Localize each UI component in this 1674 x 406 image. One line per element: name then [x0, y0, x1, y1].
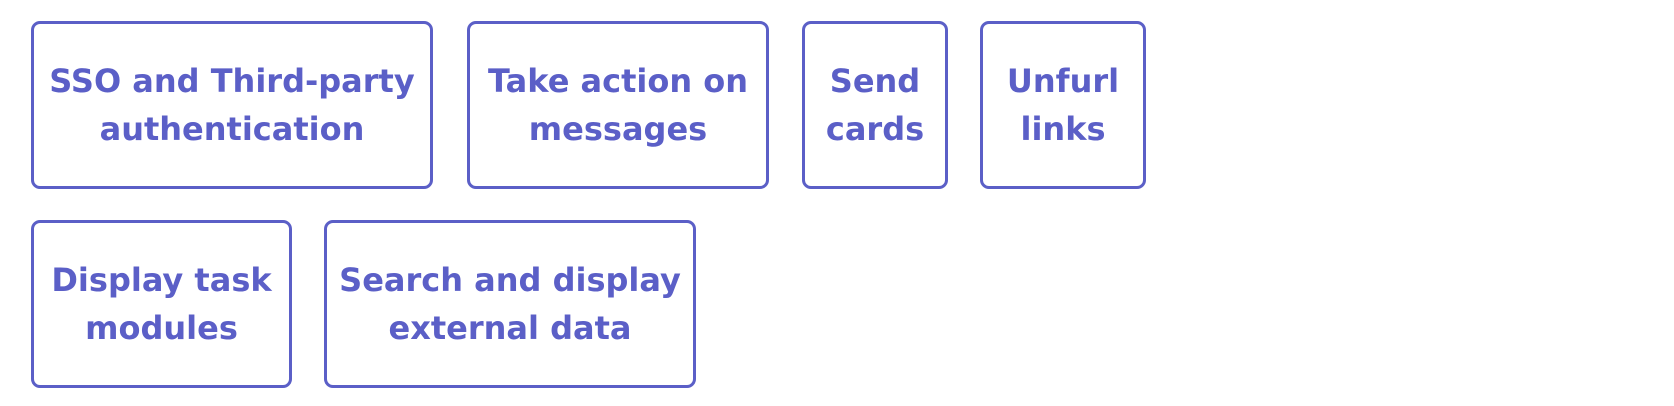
sso-third-party-authentication-card[interactable]: SSO and Third-party authentication: [31, 21, 433, 189]
display-task-modules-card[interactable]: Display task modules: [31, 220, 292, 388]
card-label-line-2: links: [1020, 110, 1106, 148]
unfurl-links-card[interactable]: Unfurl links: [980, 21, 1146, 189]
card-label-line-1: SSO and Third-party: [49, 62, 415, 100]
search-and-display-external-data-card[interactable]: Search and display external data: [324, 220, 696, 388]
card-label: Display task modules: [51, 256, 271, 352]
card-label: Unfurl links: [1007, 57, 1119, 153]
card-label-line-2: cards: [825, 110, 925, 148]
card-label-line-1: Send: [829, 62, 921, 100]
card-label-line-2: authentication: [99, 110, 365, 148]
card-label-line-2: external data: [388, 309, 632, 347]
card-label-line-2: modules: [85, 309, 238, 347]
card-label: Send cards: [826, 57, 924, 153]
card-label-line-1: Take action on: [487, 62, 749, 100]
card-label-line-1: Unfurl: [1006, 62, 1120, 100]
card-label: Search and display external data: [339, 256, 681, 352]
card-label: Take action on messages: [488, 57, 748, 153]
card-label-line-1: Display task: [51, 261, 272, 299]
card-label-line-1: Search and display: [339, 261, 681, 299]
card-label-line-2: messages: [528, 110, 708, 148]
card-label: SSO and Third-party authentication: [49, 57, 414, 153]
take-action-on-messages-card[interactable]: Take action on messages: [467, 21, 769, 189]
send-cards-card[interactable]: Send cards: [802, 21, 948, 189]
